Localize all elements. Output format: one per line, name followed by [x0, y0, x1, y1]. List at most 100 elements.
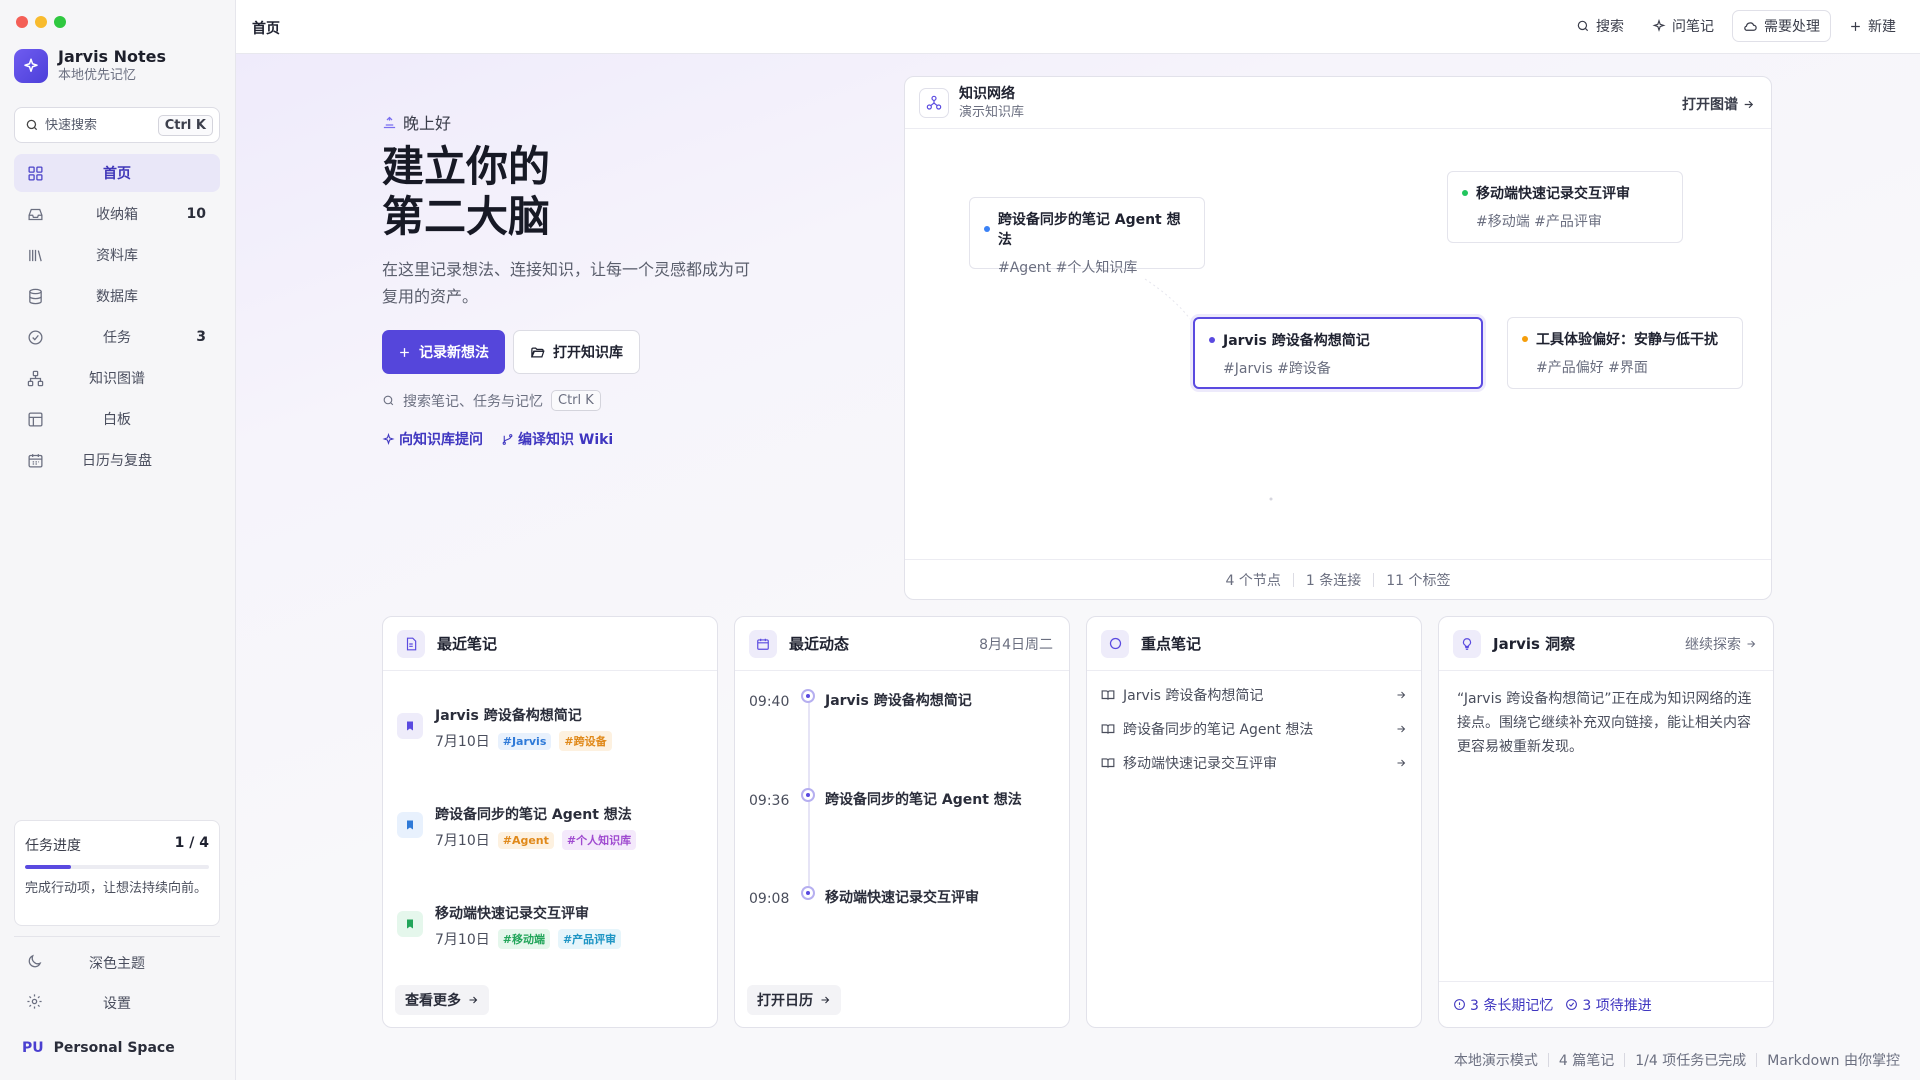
node-tags: #Jarvis #跨设备: [1223, 361, 1331, 377]
needs-action-label: 需要处理: [1764, 19, 1820, 35]
workspace-switcher[interactable]: PU Personal Space: [22, 1040, 175, 1056]
list-item[interactable]: 跨设备同步的笔记 Agent 想法: [1101, 719, 1407, 739]
sidebar-item-calendar[interactable]: 日历与复盘: [14, 441, 220, 479]
graph-title: 知识网络: [959, 85, 1015, 102]
key-notes-title: 重点笔记: [1141, 635, 1202, 653]
brand: Jarvis Notes 本地优先记忆: [14, 47, 166, 85]
settings-button[interactable]: 设置: [14, 985, 220, 1021]
node-tags: #Agent #个人知识库: [998, 260, 1138, 276]
continue-explore-link[interactable]: 继续探索: [1685, 634, 1757, 654]
view-more-button[interactable]: 查看更多: [395, 985, 489, 1015]
info-icon: [1454, 999, 1465, 1010]
needs-action-button[interactable]: 需要处理: [1732, 10, 1831, 42]
recent-notes-card: 最近笔记 Jarvis 跨设备构想简记 7月10日 #Jarvis #跨设备 跨…: [382, 616, 718, 1028]
record-idea-button[interactable]: 记录新想法: [382, 330, 505, 374]
cloud-icon: [1744, 21, 1757, 31]
node-dot: [1522, 336, 1528, 342]
sidebar-item-tasks[interactable]: 任务 3: [14, 318, 220, 356]
minimize-window-button[interactable]: [35, 16, 47, 28]
dark-theme-toggle[interactable]: 深色主题: [14, 945, 220, 981]
new-button-label: 新建: [1868, 19, 1896, 35]
status-markdown: Markdown 由你掌控: [1767, 1053, 1900, 1069]
breadcrumb: 首页: [252, 21, 280, 37]
pending-items-label: 3 项待推进: [1582, 997, 1652, 1014]
list-item[interactable]: Jarvis 跨设备构想简记: [1101, 685, 1407, 705]
timeline-dot: [801, 886, 815, 900]
timeline-title: 跨设备同步的笔记 Agent 想法: [825, 792, 1022, 808]
sidebar-item-knowledge-graph[interactable]: 知识图谱: [14, 359, 220, 397]
ask-library-link[interactable]: 向知识库提问: [382, 429, 483, 449]
pending-items-link[interactable]: 3 项待推进: [1565, 995, 1652, 1015]
top-bar: 首页 搜索 问笔记 需要处理 新建: [236, 0, 1920, 54]
open-graph-button[interactable]: 打开图谱: [1682, 94, 1755, 114]
progress-bar-fill: [25, 865, 71, 869]
hero-description: 在这里记录想法、连接知识，让每一个灵感都成为可复用的资产。: [382, 260, 751, 306]
note-tag: #个人知识库: [561, 830, 637, 850]
task-progress-card[interactable]: 任务进度 1 / 4 完成行动项，让想法持续向前。: [14, 820, 220, 926]
graph-node-selected[interactable]: Jarvis 跨设备构想简记 #Jarvis #跨设备: [1193, 317, 1483, 389]
open-library-label: 打开知识库: [553, 345, 623, 361]
ask-notes-button[interactable]: 问笔记: [1642, 10, 1724, 42]
graph-subtitle: 演示知识库: [959, 104, 1025, 120]
note-date: 7月10日: [435, 932, 490, 948]
search-button[interactable]: 搜索: [1566, 10, 1634, 42]
node-dot: [984, 226, 990, 232]
hero-search[interactable]: 搜索笔记、任务与记忆 Ctrl K: [382, 390, 802, 411]
timeline-time: 09:40: [749, 694, 790, 710]
graph-tag-count: 11 个标签: [1386, 572, 1451, 589]
long-term-memory-link[interactable]: 3 条长期记忆: [1453, 995, 1553, 1015]
key-notes-card: 重点笔记 Jarvis 跨设备构想简记 跨设备同步的笔记 Agent 想法 移动…: [1086, 616, 1422, 1028]
timeline-title: 移动端快速记录交互评审: [825, 890, 979, 906]
quick-search-input[interactable]: [45, 117, 152, 133]
note-tag: #产品评审: [557, 929, 622, 949]
sidebar-item-library[interactable]: 资料库: [14, 236, 220, 274]
node-title: Jarvis 跨设备构想简记: [1223, 333, 1370, 349]
graph-canvas[interactable]: 跨设备同步的笔记 Agent 想法 #Agent #个人知识库 移动端快速记录交…: [905, 129, 1771, 559]
list-item[interactable]: Jarvis 跨设备构想简记 7月10日 #Jarvis #跨设备: [397, 705, 612, 751]
timeline-dot: [801, 689, 815, 703]
lightbulb-icon: [1453, 629, 1481, 658]
note-date: 7月10日: [435, 833, 490, 849]
graph-node[interactable]: 工具体验偏好：安静与低干扰 #产品偏好 #界面: [1507, 317, 1743, 389]
timeline-item[interactable]: 09:36 跨设备同步的笔记 Agent 想法: [749, 783, 1022, 809]
ask-notes-label: 问笔记: [1672, 19, 1714, 35]
sidebar-item-label: 数据库: [96, 289, 138, 305]
sidebar-item-whiteboard[interactable]: 白板: [14, 400, 220, 438]
arrow-right-icon: [1397, 759, 1406, 767]
activity-title: 最近动态: [789, 635, 850, 653]
maximize-window-button[interactable]: [54, 16, 66, 28]
greeting-text: 晚上好: [403, 114, 452, 133]
book-icon: [1101, 690, 1115, 700]
ask-library-label: 向知识库提问: [399, 432, 483, 448]
note-tag: #Agent: [497, 831, 554, 849]
bookmark-icon: [397, 713, 423, 739]
graph-node[interactable]: 移动端快速记录交互评审 #移动端 #产品评审: [1447, 171, 1683, 243]
timeline-time: 09:08: [749, 891, 790, 907]
graph-node[interactable]: 跨设备同步的笔记 Agent 想法 #Agent #个人知识库: [969, 197, 1205, 276]
new-button[interactable]: 新建: [1839, 10, 1906, 42]
arrow-right-icon: [1397, 725, 1406, 733]
timeline-item[interactable]: 09:08 移动端快速记录交互评审: [749, 881, 979, 907]
timeline-item[interactable]: 09:40 Jarvis 跨设备构想简记: [749, 684, 972, 710]
sparkle-logo-icon: [14, 49, 48, 83]
graph-link-count: 1 条连接: [1305, 572, 1362, 589]
quick-search[interactable]: Ctrl K: [14, 107, 220, 143]
note-title: 跨设备同步的笔记 Agent 想法: [435, 807, 632, 823]
list-item[interactable]: 跨设备同步的笔记 Agent 想法 7月10日 #Agent #个人知识库: [397, 804, 637, 850]
progress-label: 任务进度: [25, 838, 81, 854]
jarvis-insight-card: Jarvis 洞察 继续探索 “Jarvis 跨设备构想简记”正在成为知识网络的…: [1438, 616, 1774, 1028]
sidebar-item-label: 首页: [103, 166, 131, 182]
list-item[interactable]: 移动端快速记录交互评审: [1101, 753, 1407, 773]
open-library-button[interactable]: 打开知识库: [513, 330, 640, 374]
compile-wiki-link[interactable]: 编译知识 Wiki: [501, 429, 613, 449]
open-calendar-button[interactable]: 打开日历: [747, 985, 841, 1015]
node-title: 工具体验偏好：安静与低干扰: [1536, 332, 1718, 348]
list-item[interactable]: 移动端快速记录交互评审 7月10日 #移动端 #产品评审: [397, 903, 622, 949]
sidebar-item-home[interactable]: 首页: [14, 154, 220, 192]
hero: 晚上好 建立你的 第二大脑 在这里记录想法、连接知识，让每一个灵感都成为可复用的…: [382, 110, 802, 449]
note-tag: #移动端: [497, 929, 550, 949]
sidebar-item-inbox[interactable]: 收纳箱 10: [14, 195, 220, 233]
close-window-button[interactable]: [16, 16, 28, 28]
sidebar-item-database[interactable]: 数据库: [14, 277, 220, 315]
plus-icon: [400, 347, 409, 357]
